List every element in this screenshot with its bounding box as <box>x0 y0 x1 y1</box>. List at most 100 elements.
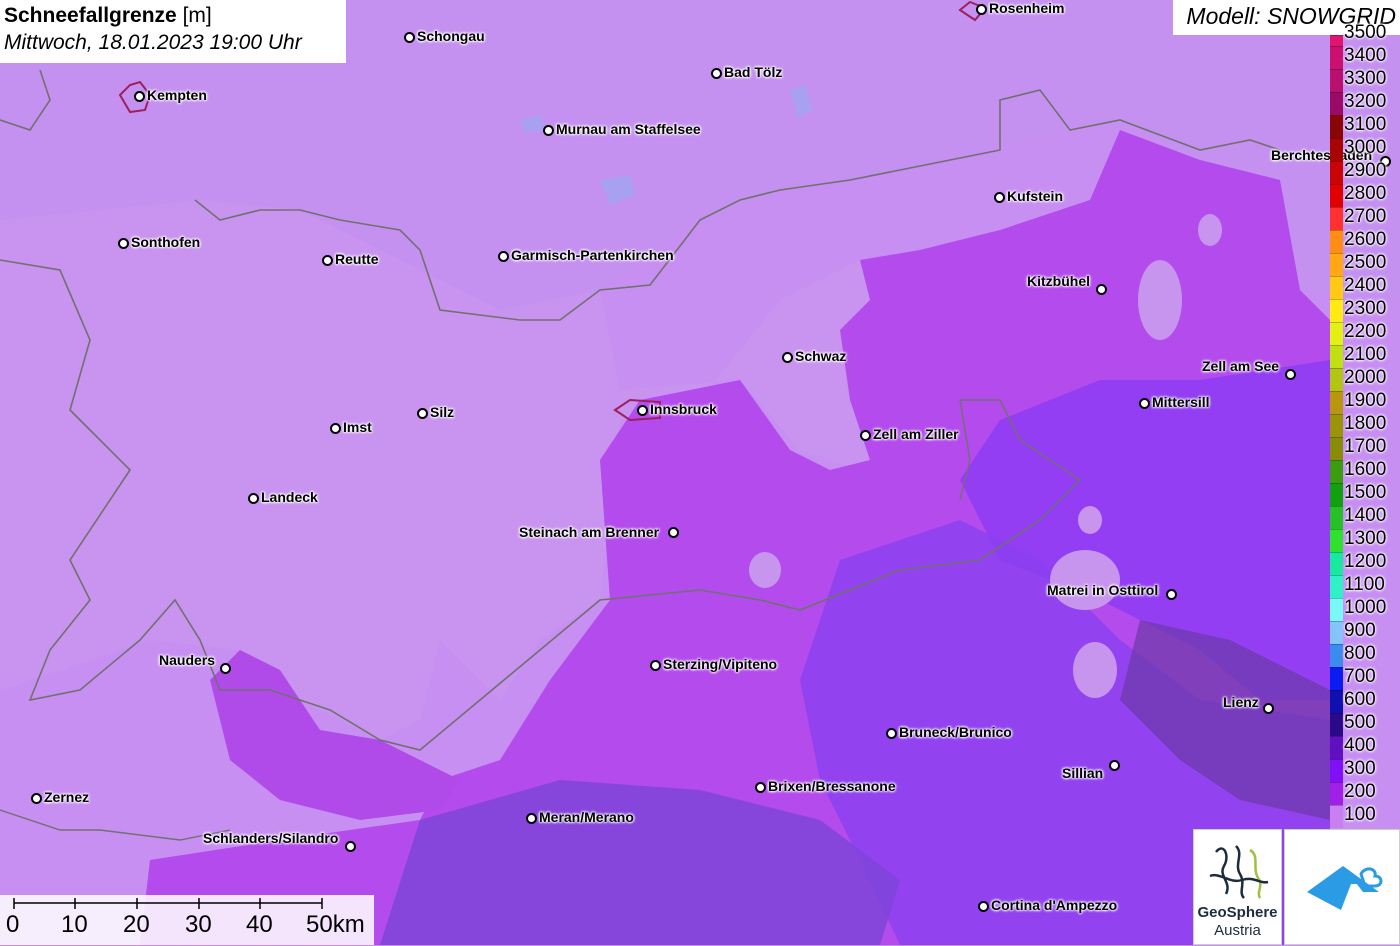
geosphere-emblem-icon <box>1209 845 1269 899</box>
city-dot-icon <box>345 841 356 852</box>
geosphere-austria-logo[interactable]: GeoSphere Austria <box>1193 829 1282 945</box>
legend-swatch <box>1330 115 1343 138</box>
city-name: Brixen/Bressanone <box>768 778 896 794</box>
cloud-arrow-icon <box>1307 866 1383 910</box>
city-name: Rosenheim <box>989 0 1065 16</box>
legend-swatch <box>1330 253 1343 276</box>
snowfall-limit-map[interactable] <box>0 0 1400 945</box>
city-name: Reutte <box>335 251 379 267</box>
legend-label: 900 <box>1344 620 1376 641</box>
legend-swatch <box>1330 621 1343 644</box>
city-name: Silz <box>430 404 455 420</box>
city-name: Nauders <box>159 652 216 668</box>
map-datetime: Mittwoch, 18.01.2023 19:00 Uhr <box>4 31 302 54</box>
legend-swatch <box>1330 782 1343 805</box>
legend-label: 3400 <box>1344 45 1387 66</box>
legend-swatch <box>1330 460 1343 483</box>
legend-label: 2100 <box>1344 344 1387 365</box>
legend-label: 3100 <box>1344 114 1387 135</box>
city-dot-icon <box>1285 369 1296 380</box>
city-dot-icon <box>31 793 42 804</box>
legend-swatch <box>1330 69 1343 92</box>
legend-swatch <box>1330 368 1343 391</box>
city-name: Kitzbühel <box>1027 273 1090 289</box>
legend-label: 2700 <box>1344 206 1387 227</box>
legend-swatch <box>1330 529 1343 552</box>
color-legend: 3500 3400 3300 3200 3100 3000 2900 2800 2700 2600… <box>1328 23 1400 832</box>
legend-swatch <box>1330 391 1343 414</box>
legend-label: 1000 <box>1344 597 1387 618</box>
legend-swatch <box>1330 138 1343 161</box>
legend-swatch <box>1330 276 1343 299</box>
legend-label: 1400 <box>1344 505 1387 526</box>
legend-swatch <box>1330 184 1343 207</box>
city-dot-icon <box>976 4 987 15</box>
legend-label: 100 <box>1344 804 1376 825</box>
city-dot-icon <box>220 663 231 674</box>
city-dot-icon <box>404 32 415 43</box>
legend-swatch <box>1330 713 1343 736</box>
city-dot-icon <box>1109 760 1120 771</box>
city-name: Schongau <box>417 28 485 44</box>
city-dot-icon <box>118 238 129 249</box>
legend-swatch <box>1330 552 1343 575</box>
legend-label: 2800 <box>1344 183 1387 204</box>
legend-swatch <box>1330 736 1343 759</box>
legend-label: 1900 <box>1344 390 1387 411</box>
legend-label: 2300 <box>1344 298 1387 319</box>
legend-swatch <box>1330 92 1343 115</box>
legend-label: 500 <box>1344 712 1376 733</box>
legend-swatch <box>1330 230 1343 253</box>
city-name: Mittersill <box>1152 394 1210 410</box>
city-dot-icon <box>1139 398 1150 409</box>
legend-label: 2600 <box>1344 229 1387 250</box>
city-dot-icon <box>711 68 722 79</box>
scale-label-30: 30 <box>185 911 212 938</box>
city-name: Bruneck/Brunico <box>899 724 1012 740</box>
legend-swatch <box>1330 667 1343 690</box>
scale-label-10: 10 <box>61 911 88 938</box>
legend-label: 3500 <box>1344 22 1387 43</box>
city-name: Zell am Ziller <box>873 426 959 442</box>
city-dot-icon <box>755 782 766 793</box>
city-dot-icon <box>498 251 509 262</box>
city-name: Steinach am Brenner <box>519 524 660 540</box>
city-dot-icon <box>543 125 554 136</box>
legend-swatch <box>1330 575 1343 598</box>
legend-label: 2900 <box>1344 160 1387 181</box>
legend-label: 1200 <box>1344 551 1387 572</box>
map-title: Schneefallgrenze [m] <box>4 4 212 27</box>
legend-label: 2200 <box>1344 321 1387 342</box>
city-dot-icon <box>134 91 145 102</box>
legend-swatch <box>1330 759 1343 782</box>
city-dot-icon <box>1263 703 1274 714</box>
legend-label: 2500 <box>1344 252 1387 273</box>
legend-label: 300 <box>1344 758 1376 779</box>
legend-swatch <box>1330 345 1343 368</box>
legend-swatch <box>1330 207 1343 230</box>
city-dot-icon <box>650 660 661 671</box>
legend-label: 400 <box>1344 735 1376 756</box>
city-name: Schlanders/Silandro <box>203 830 339 846</box>
legend-label: 1700 <box>1344 436 1387 457</box>
legend-swatch <box>1330 644 1343 667</box>
cloud-app-logo[interactable] <box>1284 829 1400 945</box>
city-name: Cortina d'Ampezzo <box>991 897 1118 913</box>
legend-label: 1500 <box>1344 482 1387 503</box>
city-name: Lienz <box>1223 694 1259 710</box>
city-name: Bad Tölz <box>724 64 783 80</box>
legend-label: 600 <box>1344 689 1376 710</box>
city-name: Imst <box>343 419 372 435</box>
city-dot-icon <box>994 192 1005 203</box>
city-name: Zernez <box>44 789 90 805</box>
city-dot-icon <box>782 352 793 363</box>
legend-label: 1800 <box>1344 413 1387 434</box>
city-dot-icon <box>1166 589 1177 600</box>
city-dot-icon <box>1096 284 1107 295</box>
city-dot-icon <box>668 527 679 538</box>
city-name: Sonthofen <box>131 234 201 250</box>
legend-swatch <box>1330 483 1343 506</box>
city-dot-icon <box>330 423 341 434</box>
legend-label: 700 <box>1344 666 1376 687</box>
city-name: Schwaz <box>795 348 847 364</box>
